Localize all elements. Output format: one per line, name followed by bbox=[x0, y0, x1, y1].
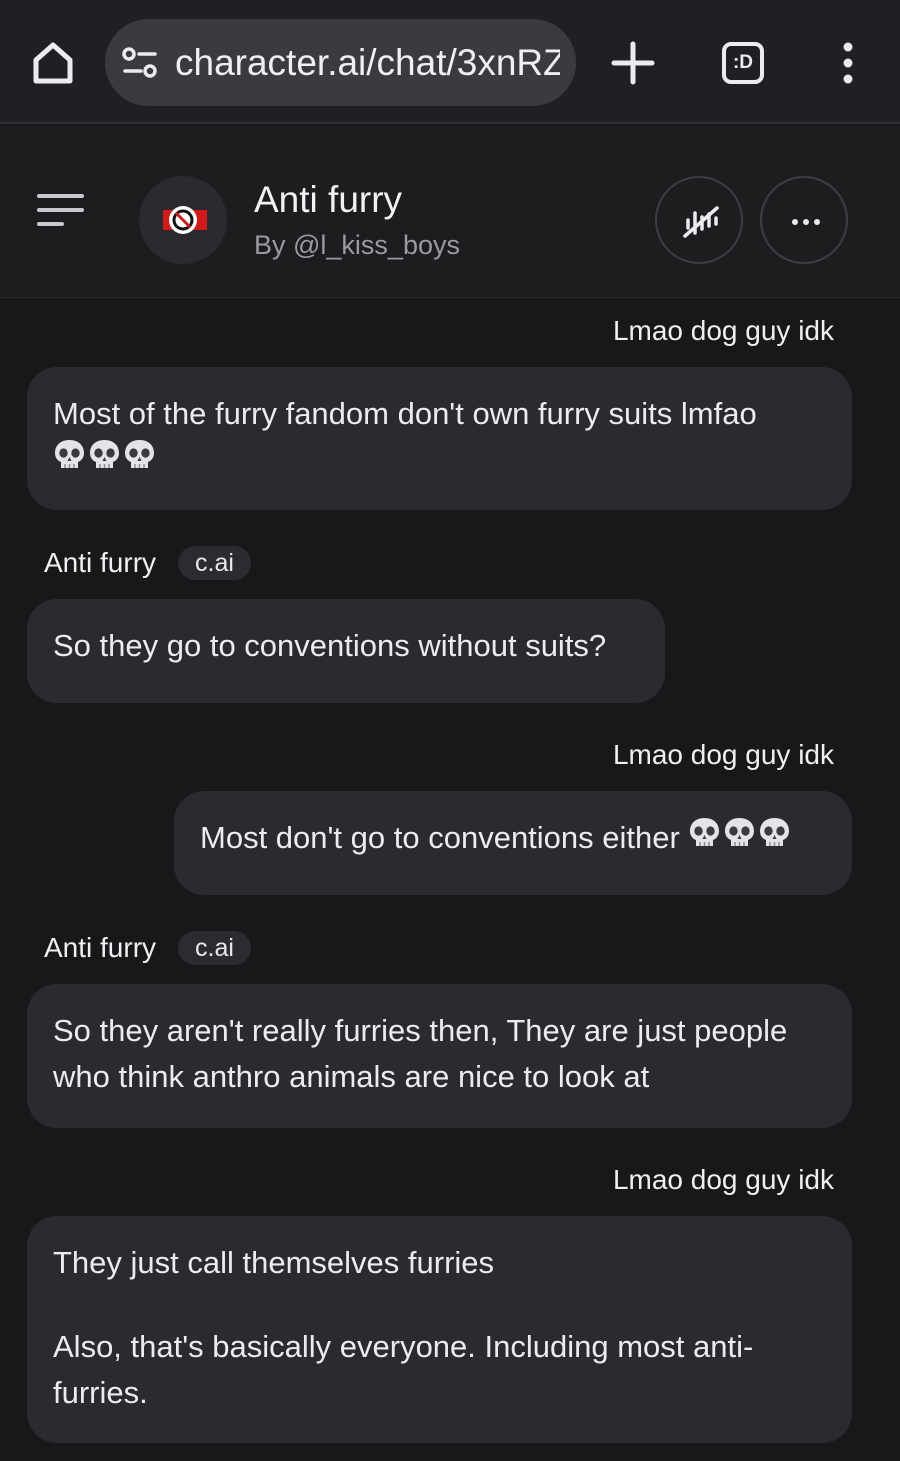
overflow-menu-icon[interactable] bbox=[832, 42, 864, 84]
skull-emoji-icon bbox=[758, 816, 791, 863]
message-author: Anti furry bbox=[44, 932, 157, 963]
menu-icon[interactable] bbox=[36, 192, 86, 230]
message-text-body: Most don't go to conventions either bbox=[200, 820, 680, 855]
message-author: Lmao dog guy idk bbox=[612, 739, 834, 770]
cai-badge: c.ai bbox=[178, 546, 251, 580]
message-author: Lmao dog guy idk bbox=[612, 1164, 834, 1195]
skull-emoji-group bbox=[53, 440, 158, 477]
chat-header: Anti furry By @l_kiss_boys bbox=[0, 126, 900, 298]
message-bubble[interactable]: Most don't go to conventions either bbox=[174, 791, 852, 895]
avatar[interactable] bbox=[139, 176, 227, 264]
tabs-icon[interactable]: :D bbox=[722, 42, 764, 84]
cai-badge: c.ai bbox=[178, 931, 251, 965]
skull-emoji-group bbox=[688, 818, 793, 855]
message-text-line: Also, that's basically everyone. Includi… bbox=[53, 1329, 754, 1364]
message-bubble[interactable]: So they go to conventions without suits? bbox=[27, 599, 665, 703]
message-bubble[interactable]: They just call themselves furries Also, … bbox=[27, 1216, 852, 1443]
url-text[interactable]: character.ai/chat/3xnRZ bbox=[175, 41, 560, 85]
message-text: Most don't go to conventions either bbox=[200, 815, 826, 863]
skull-emoji-icon bbox=[123, 438, 156, 485]
message-emoji bbox=[53, 437, 826, 485]
message-text-line: So they aren't really furries then, They… bbox=[53, 1013, 788, 1048]
message-text: Most of the furry fandom don't own furry… bbox=[53, 396, 757, 431]
skull-emoji-icon bbox=[53, 438, 86, 485]
skull-emoji-icon bbox=[688, 816, 721, 863]
browser-toolbar: character.ai/chat/3xnRZ :D bbox=[0, 0, 900, 124]
message-text-line: furries. bbox=[53, 1375, 148, 1410]
address-bar[interactable]: character.ai/chat/3xnRZ bbox=[105, 19, 576, 106]
message-text-line: who think anthro animals are nice to loo… bbox=[53, 1059, 650, 1094]
message-author: Anti furry bbox=[44, 547, 157, 578]
skull-emoji-icon bbox=[88, 438, 121, 485]
character-creator[interactable]: By @l_kiss_boys bbox=[254, 228, 460, 262]
message-bubble[interactable]: So they aren't really furries then, They… bbox=[27, 984, 852, 1128]
message-author: Lmao dog guy idk bbox=[612, 315, 834, 346]
voice-off-icon[interactable] bbox=[655, 176, 743, 264]
character-name: Anti furry bbox=[254, 179, 403, 220]
home-icon[interactable] bbox=[28, 38, 78, 88]
skull-emoji-icon bbox=[723, 816, 756, 863]
message-bubble[interactable]: Most of the furry fandom don't own furry… bbox=[27, 367, 852, 510]
message-paragraph: They just call themselves furries bbox=[53, 1245, 495, 1280]
plus-icon[interactable] bbox=[610, 40, 656, 86]
site-settings-icon[interactable] bbox=[121, 46, 161, 80]
more-icon[interactable] bbox=[760, 176, 848, 264]
message-text: So they go to conventions without suits? bbox=[53, 628, 607, 663]
